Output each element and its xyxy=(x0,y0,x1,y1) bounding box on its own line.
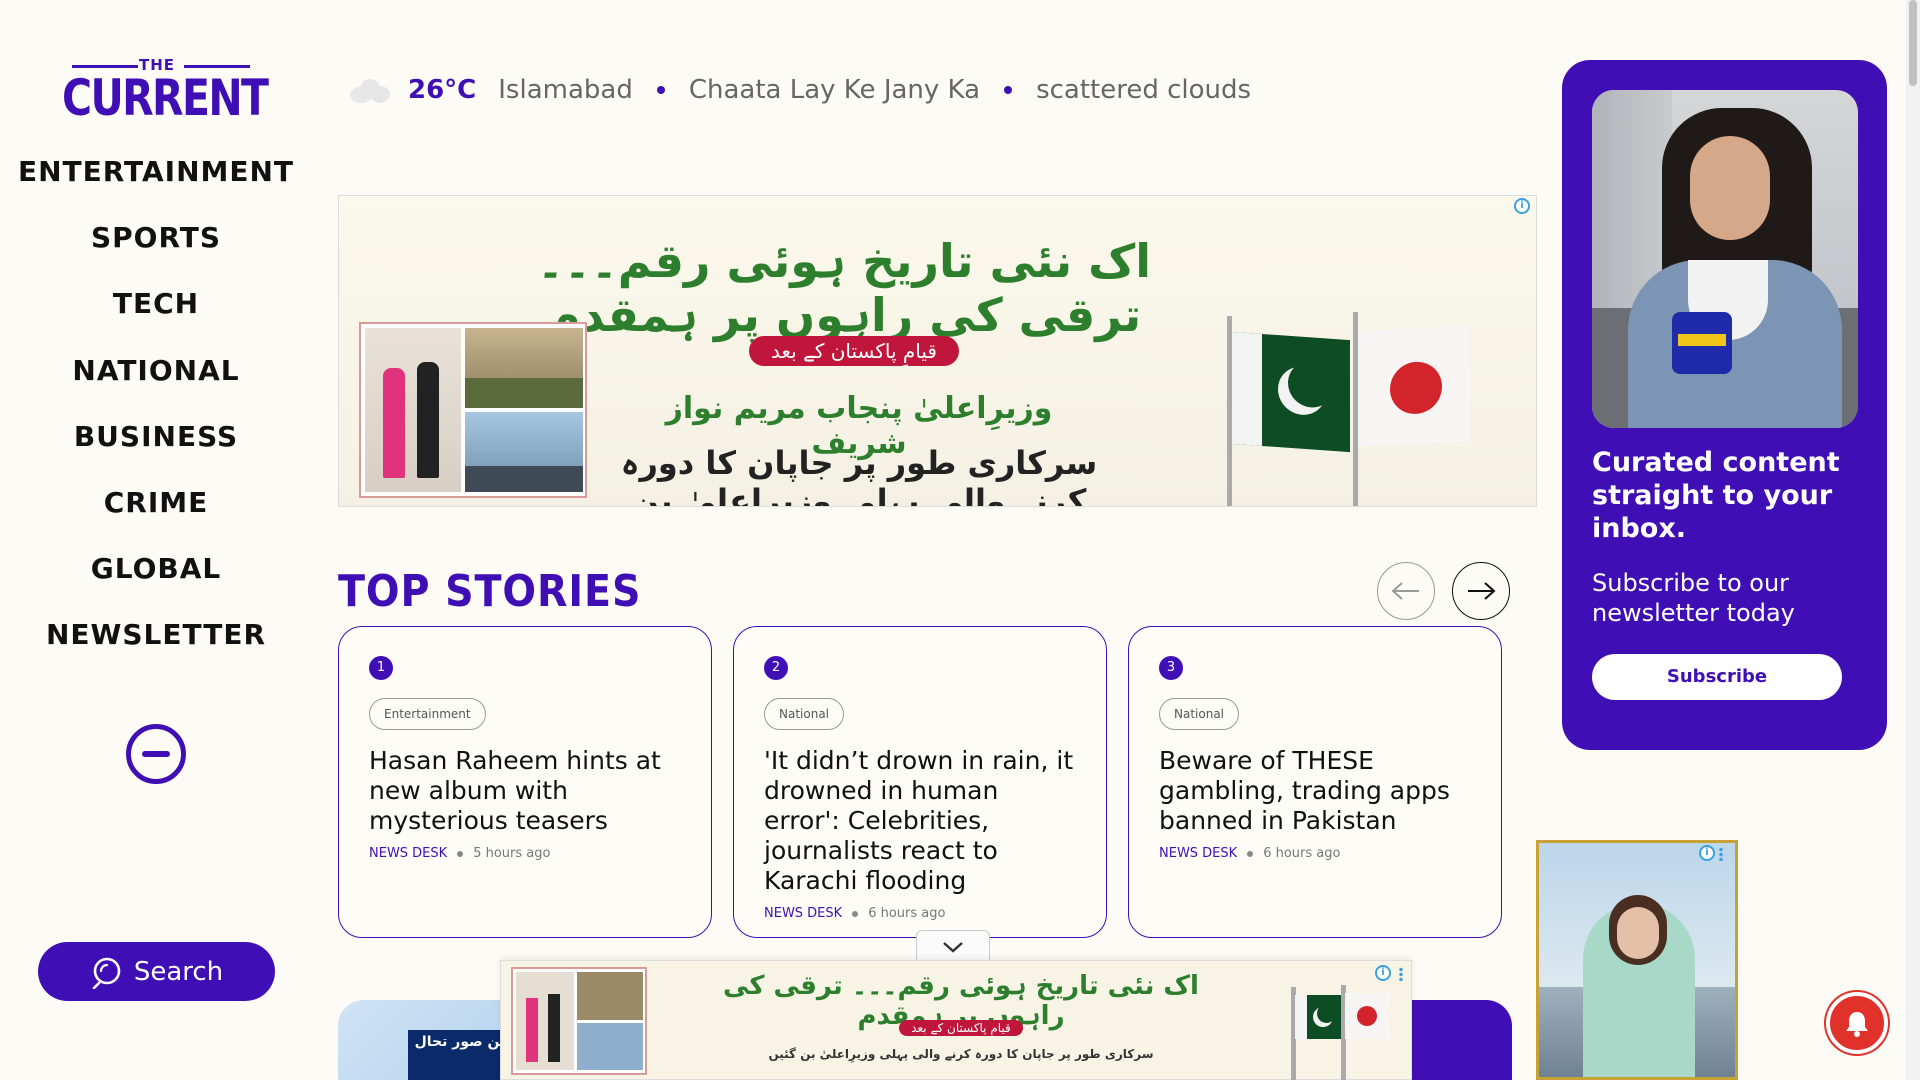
sticky-bottom-ad[interactable]: i اک نئی تاریخ ہوئی رقم۔۔۔ ترقی کی راہوں… xyxy=(500,960,1412,1080)
nav-item-national[interactable]: NATIONAL xyxy=(0,354,312,420)
meta-dot xyxy=(1247,850,1254,857)
cloud-icon xyxy=(350,77,390,103)
ad-pill: قیامِ پاکستان کے بعد xyxy=(749,336,959,366)
ad-pill-wrap: قیامِ پاکستان کے بعد xyxy=(719,336,989,366)
nav-item-newsletter[interactable]: NEWSLETTER xyxy=(0,618,312,684)
main-nav: ENTERTAINMENT SPORTS TECH NATIONAL BUSIN… xyxy=(0,155,312,685)
notification-bell-button[interactable] xyxy=(1826,992,1888,1054)
search-button[interactable]: Search xyxy=(38,942,275,1001)
story-time: 6 hours ago xyxy=(868,906,946,921)
story-meta: NEWS DESK 6 hours ago xyxy=(1159,846,1471,861)
ad-headline: اک نئی تاریخ ہوئی رقم۔۔۔ ترقی کی راہوں پ… xyxy=(536,234,1152,342)
subscribe-button[interactable]: Subscribe xyxy=(1592,654,1842,700)
sticky-ad-toggle[interactable] xyxy=(916,930,990,962)
page-scrollbar[interactable] xyxy=(1906,0,1920,1080)
ad-photo-collage xyxy=(359,322,587,498)
ad-photo-collage xyxy=(511,967,647,1075)
ad-photo-2 xyxy=(465,328,583,408)
story-headline[interactable]: Hasan Raheem hints at new album with mys… xyxy=(369,746,681,836)
story-tag[interactable]: Entertainment xyxy=(369,698,486,730)
carousel-next-button[interactable] xyxy=(1452,562,1510,620)
story-rank: 3 xyxy=(1159,656,1183,680)
sidebar-ad[interactable]: i xyxy=(1536,840,1738,1080)
story-headline[interactable]: 'It didn’t drown in rain, it drowned in … xyxy=(764,746,1076,896)
story-author[interactable]: NEWS DESK xyxy=(1159,846,1237,861)
story-tag[interactable]: National xyxy=(1159,698,1240,730)
ad-info-icon[interactable]: i xyxy=(1514,198,1530,214)
nav-item-global[interactable]: GLOBAL xyxy=(0,552,312,618)
weather-tagline: Chaata Lay Ke Jany Ka xyxy=(688,75,981,105)
story-rank: 2 xyxy=(764,656,788,680)
weather-bar: 26°C Islamabad Chaata Lay Ke Jany Ka sca… xyxy=(350,72,1251,108)
ad-photo-3 xyxy=(465,412,583,492)
newsletter-panel: Curated content straight to your inbox. … xyxy=(1562,60,1887,750)
nav-item-sports[interactable]: SPORTS xyxy=(0,221,312,287)
collapse-menu-icon[interactable] xyxy=(126,724,186,784)
search-icon xyxy=(92,957,121,989)
ad-photo-3 xyxy=(577,1023,643,1070)
weather-city: Islamabad xyxy=(498,75,633,105)
story-meta: NEWS DESK 6 hours ago xyxy=(764,906,1076,921)
ad-info-icon[interactable]: i xyxy=(1699,845,1715,861)
banner-ad[interactable]: i اک نئی تاریخ ہوئی رقم۔۔۔ ترقی کی راہوں… xyxy=(338,195,1537,507)
arrow-left-icon xyxy=(1391,582,1419,600)
nav-item-tech[interactable]: TECH xyxy=(0,287,312,353)
search-label: Search xyxy=(133,956,224,987)
ad-flag-pakistan xyxy=(1295,995,1341,1039)
ad-options-icon[interactable] xyxy=(1719,847,1723,861)
meta-dot xyxy=(457,850,464,857)
chevron-down-icon xyxy=(943,941,963,953)
ad-photo-1 xyxy=(365,328,461,492)
story-author[interactable]: NEWS DESK xyxy=(369,846,447,861)
newsletter-photo xyxy=(1592,90,1858,428)
separator-dot xyxy=(1004,86,1013,94)
story-author[interactable]: NEWS DESK xyxy=(764,906,842,921)
arrow-right-icon xyxy=(1468,582,1496,600)
nav-item-crime[interactable]: CRIME xyxy=(0,486,312,552)
bell-icon xyxy=(1846,1012,1868,1037)
newsletter-title: Curated content straight to your inbox. xyxy=(1592,447,1840,544)
ad-photo-2 xyxy=(577,972,643,1020)
newsletter-subtitle: Subscribe to our newsletter today xyxy=(1592,569,1795,627)
story-card[interactable]: 2 National 'It didn’t drown in rain, it … xyxy=(733,626,1107,938)
ad-options-icon[interactable] xyxy=(1399,967,1403,981)
sticky-ad-pill: قیامِ پاکستان کے بعد xyxy=(899,1020,1023,1036)
story-rank: 1 xyxy=(369,656,393,680)
story-card[interactable]: 1 Entertainment Hasan Raheem hints at ne… xyxy=(338,626,712,938)
logo-current: CURRENT xyxy=(62,69,269,127)
nav-item-entertainment[interactable]: ENTERTAINMENT xyxy=(0,155,312,221)
separator-dot xyxy=(656,86,665,94)
story-meta: NEWS DESK 5 hours ago xyxy=(369,846,681,861)
scrollbar-thumb[interactable] xyxy=(1909,0,1917,86)
story-card[interactable]: 3 National Beware of THESE gambling, tra… xyxy=(1128,626,1502,938)
story-headline[interactable]: Beware of THESE gambling, trading apps b… xyxy=(1159,746,1471,836)
weather-temperature: 26°C xyxy=(408,75,477,105)
story-time: 5 hours ago xyxy=(473,846,551,861)
weather-condition: scattered clouds xyxy=(1036,75,1252,105)
ad-flag-japan xyxy=(1345,993,1389,1039)
sticky-ad-pill-wrap: قیامِ پاکستان کے بعد xyxy=(861,1017,1061,1036)
story-tag[interactable]: National xyxy=(764,698,845,730)
meta-dot xyxy=(852,910,859,917)
ad-info-icon[interactable]: i xyxy=(1375,965,1391,981)
ad-line-3: سرکاری طور پر جاپان کا دورہ کرنے والی پہ… xyxy=(620,444,1098,507)
carousel-prev-button[interactable] xyxy=(1377,562,1435,620)
top-stories-title: TOP STORIES xyxy=(338,566,642,617)
ad-photo-1 xyxy=(516,972,574,1070)
nav-item-business[interactable]: BUSINESS xyxy=(0,420,312,486)
site-logo[interactable]: THE CURRENT xyxy=(62,56,269,126)
sticky-ad-line-3: سرکاری طور پر جاپان کا دورہ کرنے والی پہ… xyxy=(768,1047,1154,1061)
story-time: 6 hours ago xyxy=(1263,846,1341,861)
